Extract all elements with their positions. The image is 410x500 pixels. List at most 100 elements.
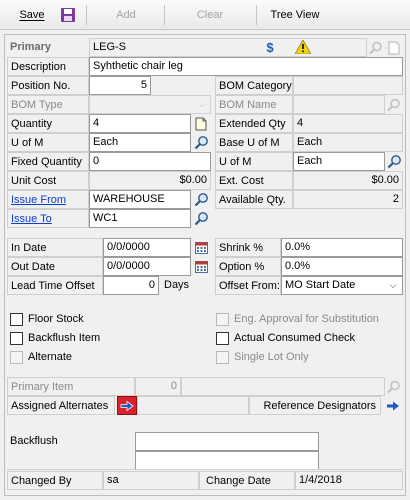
primary-note-icon[interactable]: [385, 38, 403, 57]
lead-time-offset-value: 0: [148, 279, 155, 291]
extended-qty-label: Extended Qty: [215, 114, 293, 133]
base-u-of-m-value: Each: [297, 136, 323, 148]
bom-name-field: [293, 95, 385, 114]
description-label: Description: [7, 57, 89, 76]
option-input[interactable]: 0.0%: [281, 257, 403, 276]
primary-item-position: 0: [135, 377, 181, 396]
assigned-alternates-button[interactable]: [117, 396, 137, 415]
shrink-input[interactable]: 0.0%: [281, 238, 403, 257]
out-date-label: Out Date: [7, 257, 103, 276]
change-date-label: Change Date: [199, 471, 295, 490]
backflush-item-checkbox[interactable]: [10, 332, 23, 345]
quantity-label: Quantity: [7, 114, 89, 133]
actual-consumed-check-label: Actual Consumed Check: [234, 332, 356, 344]
issue-to-link[interactable]: Issue To: [7, 209, 89, 228]
chevron-down-icon: ⌵: [389, 280, 397, 290]
actual-consumed-check-checkbox[interactable]: [216, 332, 229, 345]
issue-from-label: Issue From: [11, 194, 67, 206]
unit-cost-value: $0.00: [179, 174, 207, 186]
out-date-value: 0/0/0000: [107, 260, 150, 272]
save-disk-icon[interactable]: [60, 7, 76, 23]
primary-field: LEG-S: [89, 38, 367, 57]
fixed-quantity-value: 0: [93, 155, 100, 167]
issue-to-value: WC1: [93, 212, 118, 224]
lead-time-offset-input[interactable]: 0: [103, 276, 159, 295]
option-value: 0.0%: [285, 260, 311, 272]
available-qty-label: Available Qty.: [215, 190, 293, 209]
offset-from-value: MO Start Date: [285, 279, 356, 291]
u-of-m-lookup-icon[interactable]: [191, 133, 211, 152]
issue-from-input[interactable]: WAREHOUSE: [89, 190, 191, 209]
issue-to-input[interactable]: WC1: [89, 209, 191, 228]
u-of-m-input[interactable]: Each: [89, 133, 191, 152]
shrink-label: Shrink %: [215, 238, 281, 257]
u-of-m-right-label: U of M: [215, 152, 293, 171]
primary-lookup-icon[interactable]: [367, 38, 385, 57]
unit-cost-field: $0.00: [89, 171, 211, 190]
primary-value: LEG-S: [93, 41, 127, 53]
issue-to-label: Issue To: [11, 213, 52, 225]
available-qty-value: 2: [392, 193, 399, 205]
extended-qty-field: 4: [293, 114, 403, 133]
main-panel: Primary LEG-S $ Description Syhthetic ch…: [4, 34, 406, 496]
u-of-m-right-lookup-icon[interactable]: [385, 152, 403, 171]
position-no-input[interactable]: 5: [89, 76, 151, 95]
bom-category-label: BOM Category: [215, 76, 293, 95]
warning-icon[interactable]: [295, 40, 311, 54]
change-date-value: 1/4/2018: [299, 474, 342, 486]
shrink-value: 0.0%: [285, 241, 311, 253]
alternate-checkbox[interactable]: [10, 351, 23, 364]
floor-stock-checkbox[interactable]: [10, 313, 23, 326]
primary-item-field: [181, 377, 385, 396]
u-of-m-value: Each: [93, 136, 119, 148]
available-qty-field: 2: [293, 190, 403, 209]
single-lot-only-checkbox[interactable]: [216, 351, 229, 364]
quantity-value: 4: [93, 117, 100, 129]
primary-item-lookup-icon[interactable]: [385, 377, 403, 396]
eng-approval-label: Eng. Approval for Substitution: [234, 313, 379, 325]
quantity-input[interactable]: 4: [89, 114, 191, 133]
bom-category-field: [293, 76, 403, 95]
bom-type-select[interactable]: ⌵: [89, 95, 211, 114]
arrow-right-icon: [120, 400, 134, 411]
bom-name-lookup-icon[interactable]: [385, 95, 403, 114]
out-date-input[interactable]: 0/0/0000: [103, 257, 191, 276]
issue-to-lookup-icon[interactable]: [191, 209, 211, 228]
primary-item-label: Primary Item: [7, 377, 135, 396]
fixed-quantity-label: Fixed Quantity: [7, 152, 89, 171]
offset-from-select[interactable]: MO Start Date ⌵: [281, 276, 403, 295]
backflush-input-1[interactable]: [135, 432, 319, 451]
base-u-of-m-label: Base U of M: [215, 133, 293, 152]
eng-approval-checkbox[interactable]: [216, 313, 229, 326]
u-of-m-right-input[interactable]: Each: [293, 152, 385, 171]
base-u-of-m-field: Each: [293, 133, 403, 152]
backflush-item-label: Backflush Item: [28, 332, 101, 344]
in-date-calendar-icon[interactable]: [191, 238, 211, 257]
days-label: Days: [164, 279, 190, 291]
save-button-label: Save: [19, 9, 45, 21]
currency-icon[interactable]: $: [263, 39, 277, 55]
clear-button-label: Clear: [196, 9, 224, 21]
add-button[interactable]: Add: [96, 4, 156, 26]
arrow-right-icon: [387, 401, 399, 410]
single-lot-only-label: Single Lot Only: [234, 351, 309, 363]
fixed-quantity-input[interactable]: 0: [89, 152, 211, 171]
issue-from-link[interactable]: Issue From: [7, 190, 89, 209]
in-date-input[interactable]: 0/0/0000: [103, 238, 191, 257]
backflush-input-2[interactable]: [135, 451, 319, 470]
description-input[interactable]: Syhthetic chair leg: [89, 57, 403, 76]
issue-from-value: WAREHOUSE: [93, 193, 165, 205]
description-value: Syhthetic chair leg: [93, 60, 183, 72]
primary-label: Primary: [10, 41, 51, 53]
save-button[interactable]: Save: [6, 4, 58, 26]
lead-time-offset-label: Lead Time Offset: [7, 276, 103, 295]
issue-from-lookup-icon[interactable]: [191, 190, 211, 209]
toolbar: Save Add Clear Tree View: [0, 0, 410, 30]
change-date-field: 1/4/2018: [295, 471, 403, 490]
reference-designators-button[interactable]: [383, 396, 403, 415]
out-date-calendar-icon[interactable]: [191, 257, 211, 276]
tree-view-button[interactable]: Tree View: [262, 4, 328, 26]
unit-cost-label: Unit Cost: [7, 171, 89, 190]
clear-button[interactable]: Clear: [172, 4, 248, 26]
quantity-note-icon[interactable]: [191, 114, 211, 133]
